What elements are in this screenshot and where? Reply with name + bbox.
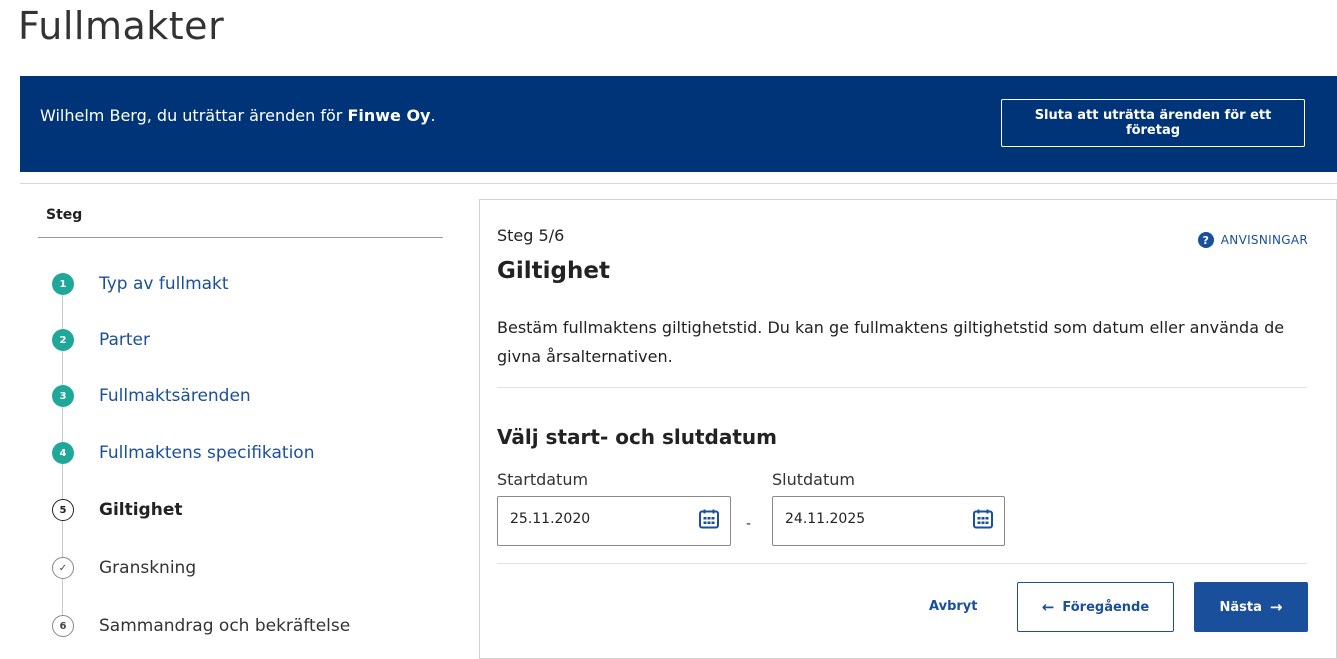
divider [497,387,1307,388]
step-label: Granskning [99,558,197,578]
question-circle-icon: ? [1197,232,1214,248]
divider [497,563,1307,564]
banner-text-prefix: Wilhelm Berg, du uträttar ärenden för [40,106,348,125]
end-date-label: Slutdatum [772,470,855,489]
section-title: Giltighet [497,258,610,284]
banner-company-name: Finwe Oy [347,106,431,125]
step-marker-done: 4 [52,442,74,464]
next-button[interactable]: Nästa → [1194,582,1308,632]
page-title: Fullmakter [18,4,225,48]
step-item-2[interactable]: 2 Parter [52,328,150,352]
step-marker-done: 1 [52,273,74,295]
instructions-label: ANVISNINGAR [1220,233,1308,247]
step-item-3[interactable]: 3 Fullmaktsärenden [52,384,251,408]
step-marker-current: 5 [52,499,74,521]
validity-step-card: Steg 5/6 ? ANVISNINGAR Giltighet Bestäm … [479,199,1337,659]
previous-label: Föregående [1062,599,1150,615]
step-marker-done: 2 [52,329,74,351]
arrow-right-icon: → [1269,598,1283,616]
banner-text: Wilhelm Berg, du uträttar ärenden för Fi… [40,106,436,125]
step-label[interactable]: Fullmaktsärenden [99,386,251,406]
step-label[interactable]: Parter [99,330,150,350]
arrow-left-icon: ← [1041,598,1055,616]
step-item-4[interactable]: 4 Fullmaktens specifikation [52,441,314,465]
step-item-5-current: 5 Giltighet [52,498,183,522]
stop-acting-for-company-button[interactable]: Sluta att uträtta ärenden för ett företa… [1001,99,1305,147]
start-date-input[interactable] [510,511,680,527]
date-range-separator: - [746,516,752,532]
steps-heading-divider [38,237,443,238]
step-item-6: 6 Sammandrag och bekräftelse [52,614,350,638]
check-icon: ✓ [52,557,74,579]
instructions-link[interactable]: ? ANVISNINGAR [1197,232,1308,248]
start-date-label: Startdatum [497,470,589,489]
step-item-1[interactable]: 1 Typ av fullmakt [52,272,229,296]
step-label[interactable]: Typ av fullmakt [99,274,229,294]
date-section-title: Välj start- och slutdatum [497,425,778,449]
step-marker-todo: 6 [52,615,74,637]
end-date-field [772,496,1005,546]
calendar-icon[interactable] [972,508,994,530]
step-marker-done: 3 [52,385,74,407]
previous-button[interactable]: ← Föregående [1017,582,1174,632]
step-item-review: ✓ Granskning [52,556,196,580]
steps-heading: Steg [46,207,83,223]
banner-text-suffix: . [430,106,436,125]
start-date-field [497,496,731,546]
step-label[interactable]: Fullmaktens specifikation [99,443,314,463]
step-label: Sammandrag och bekräftelse [99,616,351,636]
steps-sidebar: Steg 1 Typ av fullmakt 2 Parter 3 Fullma… [38,200,443,637]
divider [20,183,1337,184]
acting-on-behalf-banner: Wilhelm Berg, du uträttar ärenden för Fi… [20,76,1337,172]
calendar-icon[interactable] [698,508,720,530]
next-label: Nästa [1219,599,1262,615]
step-counter: Steg 5/6 [497,226,565,245]
cancel-button[interactable]: Avbryt [929,599,977,614]
step-label: Giltighet [99,500,183,520]
section-description: Bestäm fullmaktens giltighetstid. Du kan… [497,318,1285,366]
end-date-input[interactable] [785,511,955,527]
